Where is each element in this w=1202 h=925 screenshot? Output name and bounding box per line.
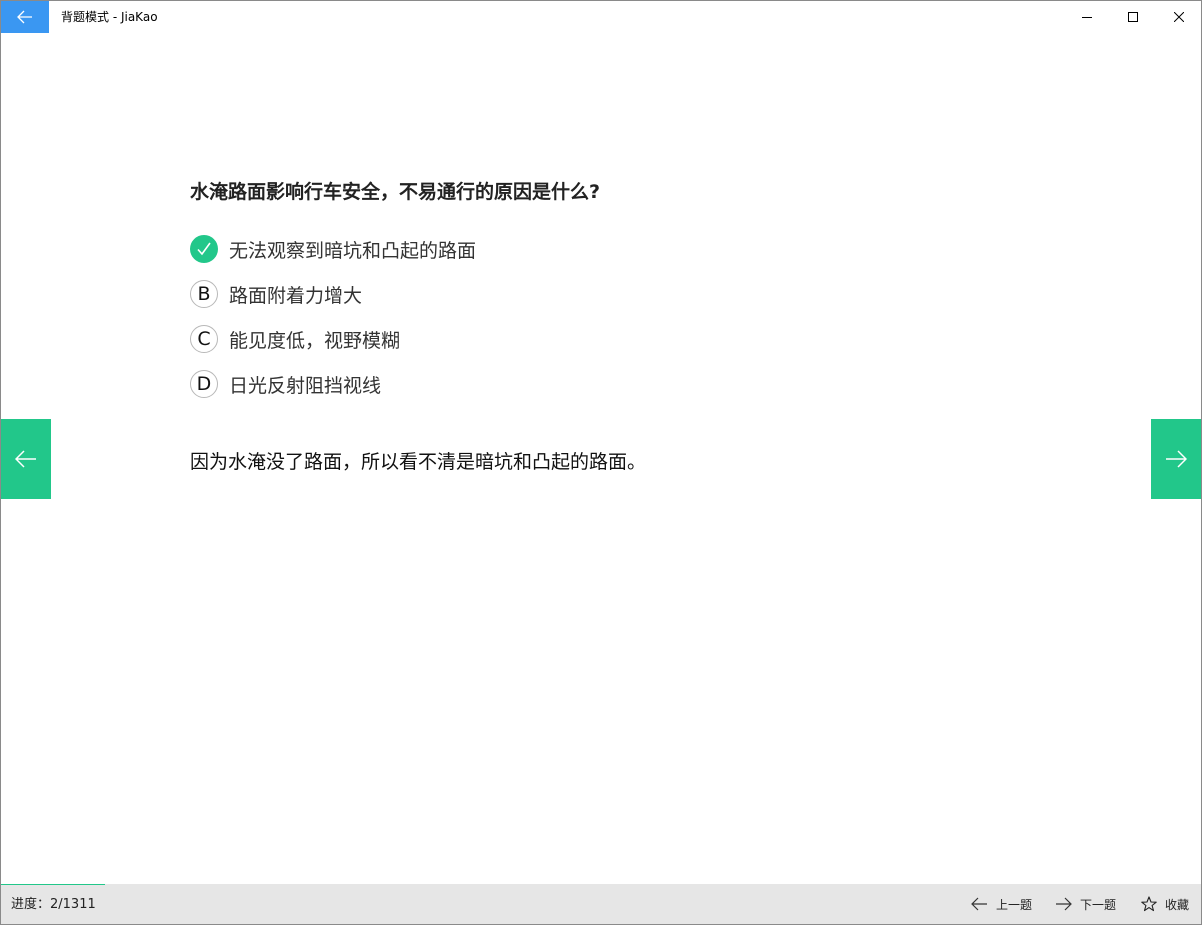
- next-question-label: 下一题: [1080, 897, 1117, 912]
- option-b-text: 路面附着力增大: [229, 284, 363, 307]
- previous-question-side-button[interactable]: [1, 419, 51, 499]
- option-c-text: 能见度低，视野模糊: [229, 329, 401, 352]
- option-b[interactable]: B 路面附着力增大: [190, 279, 362, 309]
- progress-label: 进度：2/1311: [11, 897, 96, 912]
- correct-check-icon: [190, 235, 218, 263]
- explanation-text: 因为水淹没了路面，所以看不清是暗坑和凸起的路面。: [190, 451, 647, 473]
- favorite-label: 收藏: [1165, 897, 1190, 912]
- app-window: 背题模式 - JiaKao 水淹路面影响行车安全，不易通行的原因是什么? 无法观…: [0, 0, 1202, 925]
- previous-question-label: 上一题: [996, 897, 1033, 912]
- maximize-icon: [1128, 12, 1138, 22]
- close-icon: [1174, 12, 1184, 22]
- title-bar: 背题模式 - JiaKao: [1, 1, 1201, 33]
- arrow-left-icon: [971, 897, 987, 911]
- previous-question-button[interactable]: 上一题: [971, 884, 1032, 924]
- option-b-letter: B: [190, 280, 218, 308]
- option-d-letter: D: [190, 370, 218, 398]
- option-a[interactable]: 无法观察到暗坑和凸起的路面: [190, 234, 476, 264]
- maximize-button[interactable]: [1110, 1, 1156, 33]
- favorite-button[interactable]: 收藏: [1141, 884, 1189, 924]
- next-question-side-button[interactable]: [1151, 419, 1201, 499]
- option-d[interactable]: D 日光反射阻挡视线: [190, 369, 381, 399]
- option-d-text: 日光反射阻挡视线: [229, 374, 382, 397]
- bottom-bar: 进度：2/1311 上一题 下一题 收藏: [1, 884, 1201, 924]
- star-icon: [1141, 896, 1157, 912]
- arrow-left-icon: [17, 10, 32, 24]
- back-button[interactable]: [1, 1, 49, 33]
- arrow-left-icon: [15, 450, 36, 468]
- option-c[interactable]: C 能见度低，视野模糊: [190, 324, 400, 354]
- minimize-button[interactable]: [1064, 1, 1110, 33]
- option-c-letter: C: [190, 325, 218, 353]
- minimize-icon: [1082, 17, 1092, 18]
- question-text: 水淹路面影响行车安全，不易通行的原因是什么?: [190, 181, 601, 203]
- window-title: 背题模式 - JiaKao: [61, 10, 158, 24]
- next-question-button[interactable]: 下一题: [1055, 884, 1116, 924]
- arrow-right-icon: [1056, 897, 1072, 911]
- arrow-right-icon: [1166, 450, 1187, 468]
- option-a-text: 无法观察到暗坑和凸起的路面: [229, 239, 477, 262]
- close-button[interactable]: [1156, 1, 1201, 33]
